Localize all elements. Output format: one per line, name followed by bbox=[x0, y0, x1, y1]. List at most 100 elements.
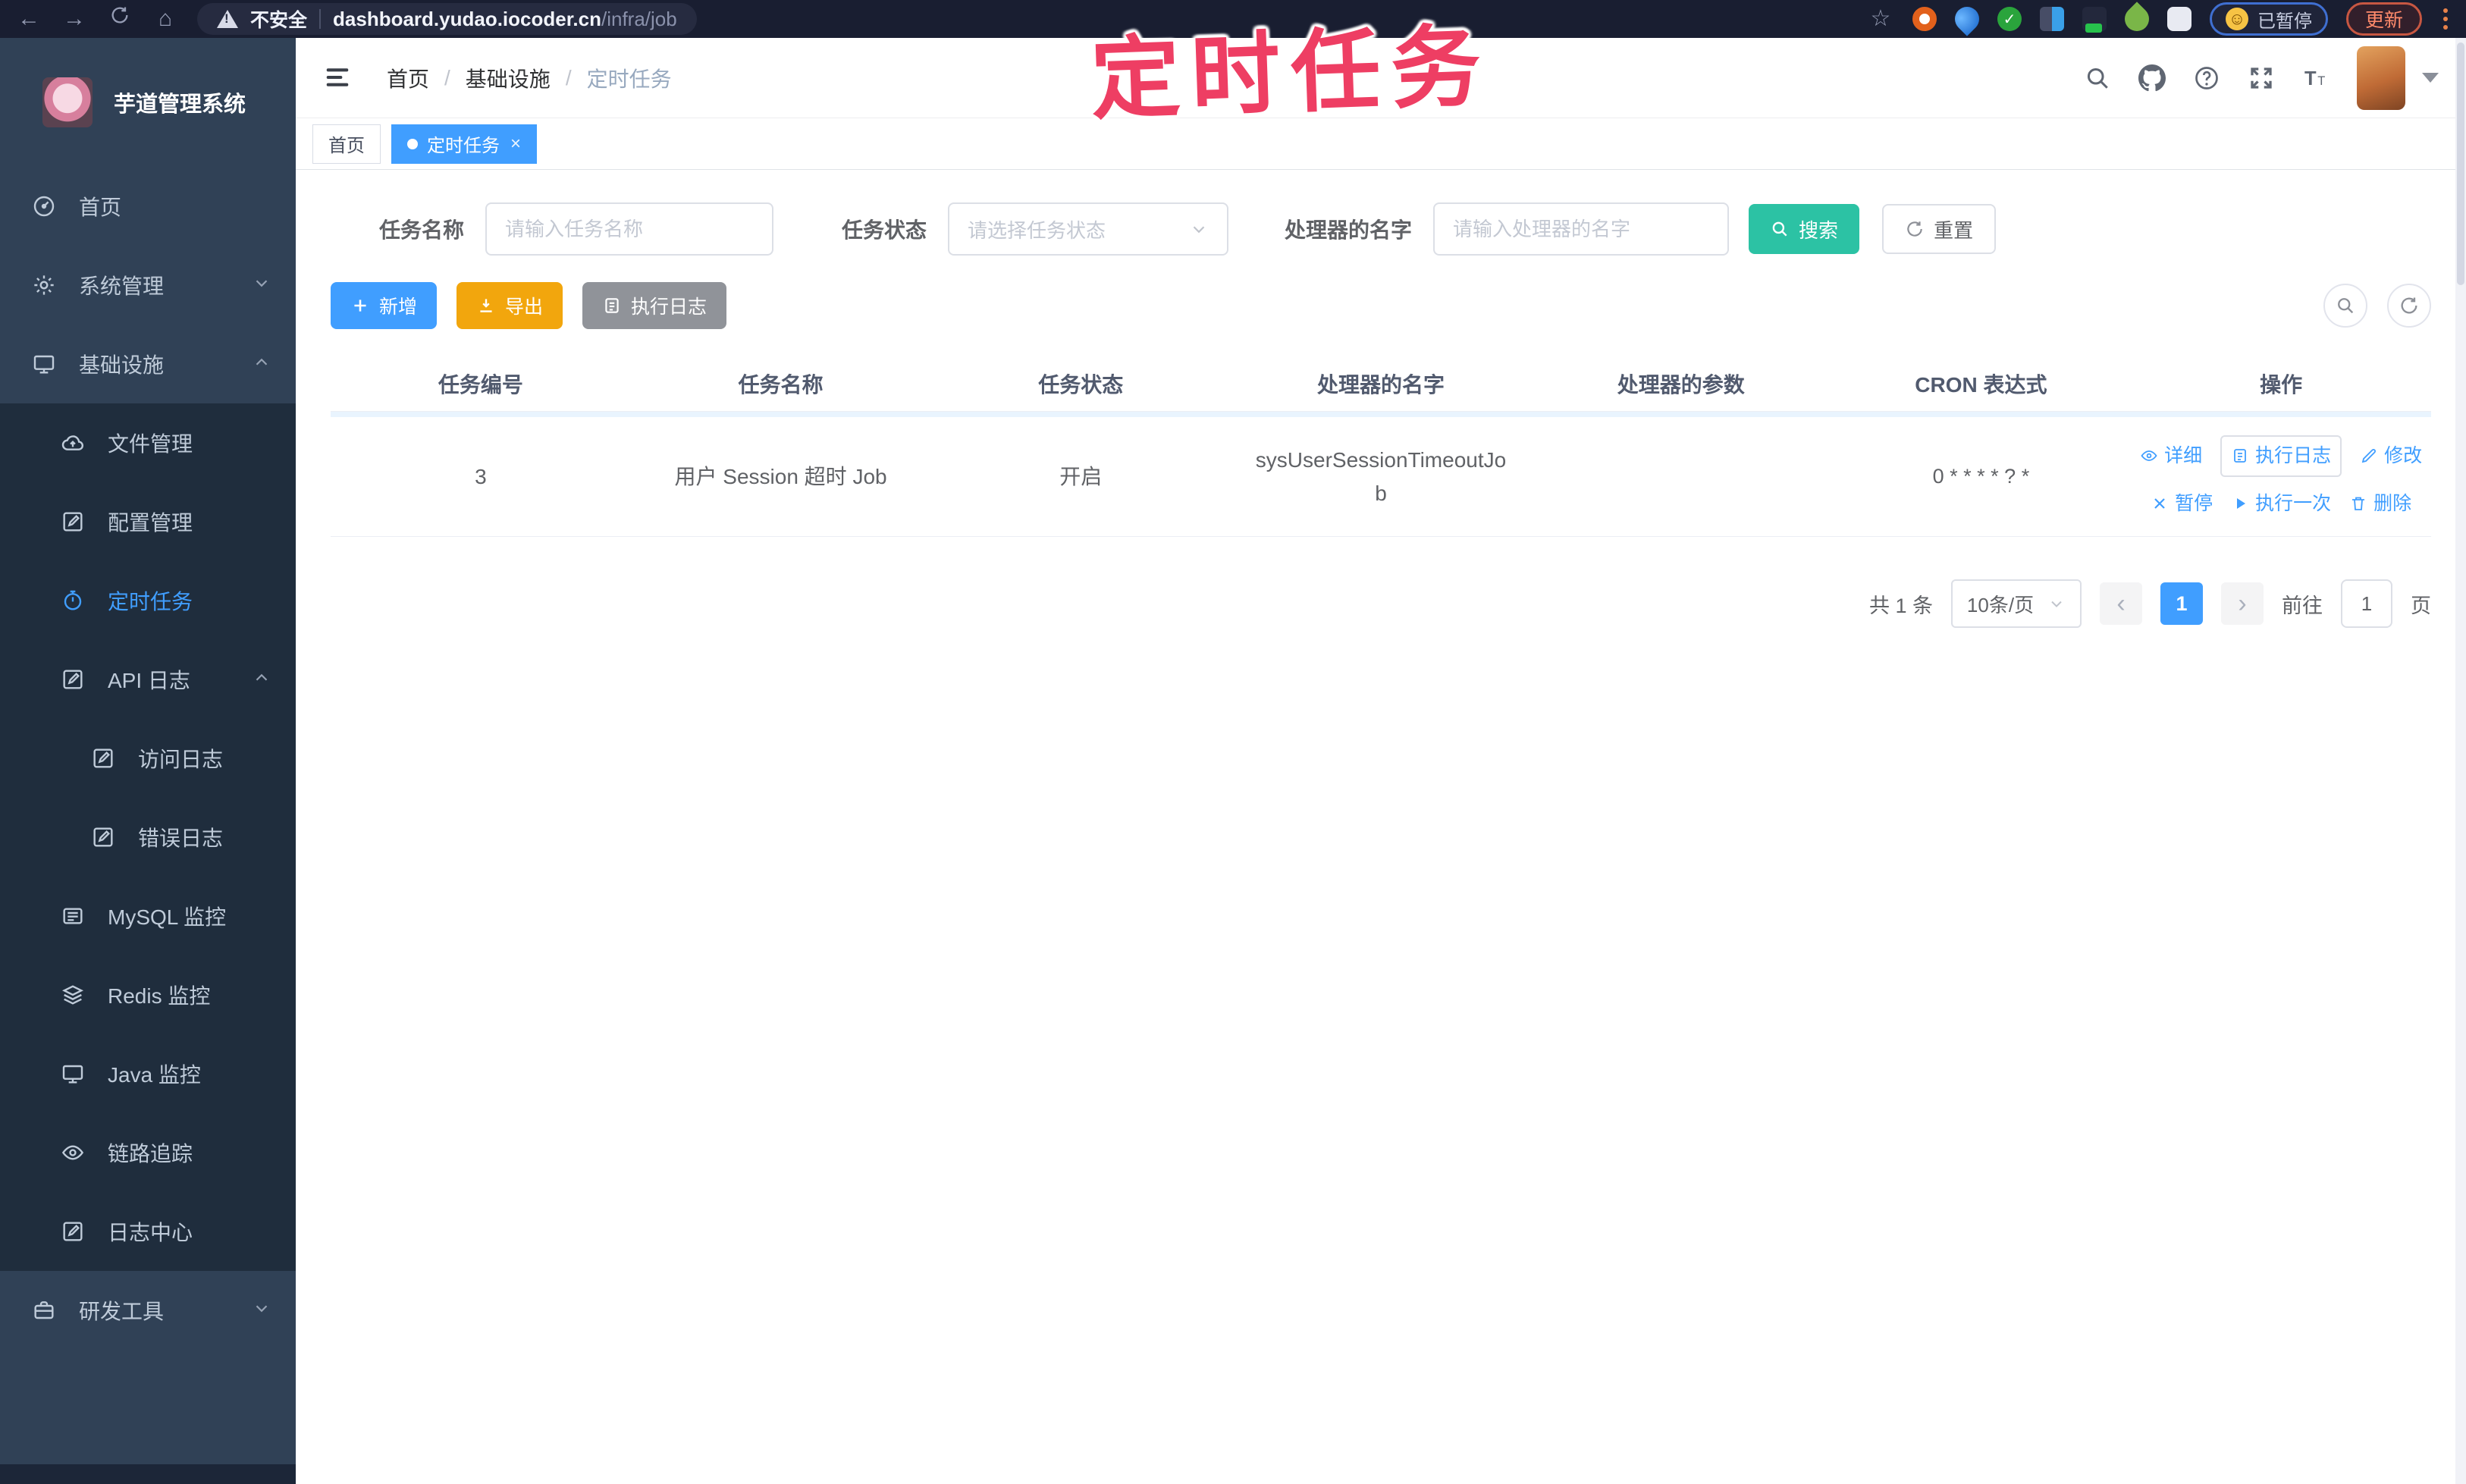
font-size-icon[interactable]: TT bbox=[2302, 64, 2330, 92]
sidebar-item-label: 研发工具 bbox=[79, 1300, 165, 1323]
sidebar-item-log-center[interactable]: 日志中心 bbox=[0, 1192, 296, 1271]
select-placeholder: 请选择任务状态 bbox=[968, 218, 1106, 242]
fullscreen-icon[interactable] bbox=[2248, 64, 2275, 92]
extension-icon-check[interactable] bbox=[1997, 7, 2022, 31]
run-once-link[interactable]: 执行一次 bbox=[2231, 489, 2331, 519]
extension-icon-leaf[interactable] bbox=[2119, 2, 2154, 36]
search-button[interactable]: 搜索 bbox=[1749, 204, 1860, 254]
monitor-icon bbox=[30, 350, 58, 378]
search-icon[interactable] bbox=[2084, 64, 2111, 92]
sidebar-item-java-monitor[interactable]: Java 监控 bbox=[0, 1034, 296, 1113]
extension-icon-ring[interactable] bbox=[1912, 7, 1937, 31]
github-icon[interactable] bbox=[2138, 64, 2166, 92]
extension-icon-drop[interactable] bbox=[1950, 2, 1984, 36]
bookmark-star-icon[interactable] bbox=[1867, 0, 1894, 38]
sidebar-item-system-management[interactable]: 系统管理 bbox=[0, 246, 296, 325]
extension-icon-grid[interactable] bbox=[2039, 7, 2064, 31]
handler-name-input[interactable] bbox=[1433, 202, 1730, 256]
sidebar-item-access-log[interactable]: 访问日志 bbox=[0, 719, 296, 798]
app-logo-row[interactable]: 芋道管理系统 bbox=[0, 38, 296, 167]
task-status-select[interactable]: 请选择任务状态 bbox=[948, 202, 1229, 256]
exec-log-link[interactable]: 执行日志 bbox=[2220, 435, 2342, 477]
sidebar-item-file-management[interactable]: 文件管理 bbox=[0, 403, 296, 482]
sidebar-item-label: Redis 监控 bbox=[108, 984, 211, 1008]
log-icon bbox=[59, 666, 86, 693]
pause-link[interactable]: 暂停 bbox=[2151, 489, 2213, 519]
cloud-upload-icon bbox=[59, 429, 86, 456]
insecure-warning-icon bbox=[217, 10, 238, 28]
scrollbar-thumb[interactable] bbox=[2457, 42, 2464, 285]
paused-label: 已暂停 bbox=[2257, 11, 2312, 32]
pagination-total: 共 1 条 bbox=[1868, 594, 1933, 617]
sidebar-item-scheduled-jobs[interactable]: 定时任务 bbox=[0, 561, 296, 640]
sidebar-item-label: 系统管理 bbox=[79, 275, 165, 298]
caret-down-icon[interactable] bbox=[2422, 73, 2439, 83]
sidebar-item-dev-tools[interactable]: 研发工具 bbox=[0, 1271, 296, 1350]
extension-icon-on-badge[interactable] bbox=[2082, 7, 2107, 33]
current-page-button[interactable]: 1 bbox=[2160, 582, 2203, 625]
tag-scheduled-jobs[interactable]: 定时任务 × bbox=[391, 124, 538, 164]
sidebar-item-home[interactable]: 首页 bbox=[0, 167, 296, 246]
task-name-input[interactable] bbox=[485, 202, 774, 256]
reset-button[interactable]: 重置 bbox=[1882, 204, 1997, 254]
page-size-select[interactable]: 10条/页 bbox=[1951, 579, 2082, 628]
sidebar-item-error-log[interactable]: 错误日志 bbox=[0, 798, 296, 877]
column-header: 任务编号 bbox=[438, 373, 523, 397]
infrastructure-submenu: 文件管理 配置管理 定时任务 API 日志 访问日志 错误日志 MySQL 监控… bbox=[0, 403, 296, 1271]
main-content: 任务名称 任务状态 请选择任务状态 处理器的名字 搜索 重置 新增 导出 执行日… bbox=[296, 170, 2466, 1484]
exec-log-button[interactable]: 执行日志 bbox=[582, 282, 727, 329]
sidebar-item-label: 文件管理 bbox=[108, 432, 193, 456]
sidebar: 芋道管理系统 首页 系统管理 基础设施 文件管理 配置管理 定时任务 API 日… bbox=[0, 38, 296, 1484]
browser-forward-icon[interactable] bbox=[61, 0, 88, 38]
eye-icon bbox=[59, 1139, 86, 1166]
modify-link[interactable]: 修改 bbox=[2360, 441, 2422, 471]
sidebar-item-redis-monitor[interactable]: Redis 监控 bbox=[0, 955, 296, 1034]
browser-home-icon[interactable] bbox=[152, 0, 179, 38]
reset-button-label: 重置 bbox=[1934, 218, 1974, 242]
browser-toolbar-right: 已暂停 更新 bbox=[1867, 0, 2451, 38]
toggle-search-button[interactable] bbox=[2323, 284, 2367, 328]
goto-label: 前往 bbox=[2282, 594, 2323, 617]
breadcrumb-current: 定时任务 bbox=[586, 67, 672, 91]
column-header: 处理器的名字 bbox=[1316, 373, 1445, 397]
task-status-label: 任务状态 bbox=[842, 218, 927, 242]
address-bar[interactable]: 不安全 dashboard.yudao.iocoder.cn/infra/job bbox=[197, 3, 697, 35]
goto-page-input[interactable] bbox=[2341, 579, 2392, 628]
delete-label: 删除 bbox=[2373, 492, 2412, 514]
help-icon[interactable] bbox=[2193, 64, 2220, 92]
browser-menu-kebab-icon[interactable] bbox=[2440, 5, 2451, 33]
browser-back-icon[interactable] bbox=[15, 0, 42, 38]
browser-reload-icon[interactable] bbox=[106, 0, 133, 38]
next-page-button[interactable]: › bbox=[2221, 582, 2264, 625]
sidebar-item-label: 定时任务 bbox=[108, 590, 193, 613]
sidebar-item-config-management[interactable]: 配置管理 bbox=[0, 482, 296, 561]
breadcrumb-separator: / bbox=[565, 65, 572, 89]
extensions-puzzle-icon[interactable] bbox=[2166, 7, 2191, 31]
tag-home[interactable]: 首页 bbox=[312, 124, 381, 164]
column-header: CRON 表达式 bbox=[1915, 373, 2047, 397]
security-label: 不安全 bbox=[250, 10, 308, 31]
paused-extension-pill[interactable]: 已暂停 bbox=[2209, 2, 2328, 36]
sidebar-item-infrastructure[interactable]: 基础设施 bbox=[0, 325, 296, 403]
detail-link[interactable]: 详细 bbox=[2140, 441, 2202, 471]
sidebar-item-trace[interactable]: 链路追踪 bbox=[0, 1113, 296, 1192]
sidebar-item-api-log[interactable]: API 日志 bbox=[0, 640, 296, 719]
refresh-button[interactable] bbox=[2387, 284, 2431, 328]
delete-link[interactable]: 删除 bbox=[2349, 489, 2411, 519]
page-scrollbar[interactable] bbox=[2455, 38, 2466, 1484]
sidebar-collapse-icon[interactable] bbox=[323, 63, 353, 93]
close-icon[interactable]: × bbox=[510, 133, 521, 155]
breadcrumb-infrastructure[interactable]: 基础设施 bbox=[466, 63, 551, 93]
handwritten-annotation: 定时任务 bbox=[1089, 16, 1493, 131]
emoji-icon bbox=[2225, 8, 2248, 30]
avatar[interactable] bbox=[2357, 45, 2405, 110]
table-header-row: 任务编号 任务名称 任务状态 处理器的名字 处理器的参数 CRON 表达式 操作 bbox=[331, 356, 2431, 411]
cell-job-status: 开启 bbox=[1059, 464, 1103, 488]
add-button[interactable]: 新增 bbox=[331, 282, 438, 329]
breadcrumb-home[interactable]: 首页 bbox=[387, 63, 429, 93]
prev-page-button[interactable]: ‹ bbox=[2100, 582, 2142, 625]
export-button[interactable]: 导出 bbox=[456, 282, 563, 329]
browser-update-button[interactable]: 更新 bbox=[2345, 2, 2422, 36]
task-name-label: 任务名称 bbox=[379, 218, 465, 242]
sidebar-item-mysql-monitor[interactable]: MySQL 监控 bbox=[0, 877, 296, 955]
